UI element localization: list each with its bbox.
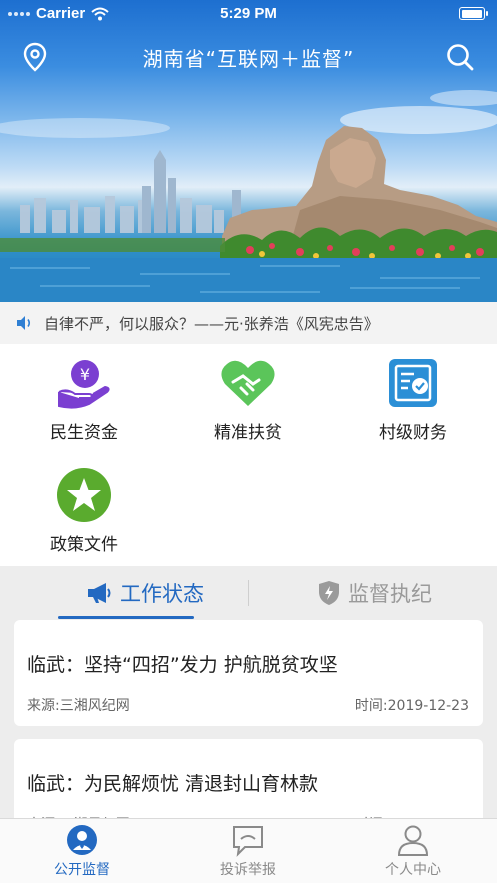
grid-item-livelihood-funds[interactable]: ¥ 民生资金	[14, 344, 154, 444]
hand-money-icon: ¥	[58, 360, 110, 409]
ticker-text: 自律不严，何以服众？——元·张养浩《风宪忠告》	[44, 314, 379, 333]
article-card[interactable]: 临武：坚持“四招”发力 护航脱贫攻坚 来源:三湘风纪网 时间:2019-12-2…	[14, 620, 483, 726]
tab-label: 工作状态	[120, 582, 204, 606]
banner-image[interactable]: Carrier 5:29 PM 湖南省“互联网＋监督”	[0, 0, 497, 302]
speaker-icon	[17, 316, 31, 330]
heart-handshake-icon	[221, 360, 275, 406]
clock: 5:29 PM	[220, 5, 277, 22]
tab-work-status[interactable]: 工作状态	[40, 566, 250, 620]
announcement-ticker[interactable]: 自律不严，何以服众？——元·张养浩《风宪忠告》	[0, 302, 497, 344]
svg-text:¥: ¥	[80, 365, 90, 384]
article-source: 来源:三湘风纪网	[27, 698, 130, 714]
grid-item-poverty-alleviation[interactable]: 精准扶贫	[178, 344, 318, 444]
article-time: 时间:2019-12-23	[354, 698, 469, 714]
bottom-tab-complaint-report[interactable]: 投诉举报	[188, 819, 308, 883]
document-check-icon	[389, 359, 437, 407]
grid-item-policy-documents[interactable]: 政策文件	[14, 456, 154, 556]
grid-label: 精准扶贫	[214, 423, 282, 443]
chat-bubble-icon	[233, 826, 263, 857]
tab-supervision-discipline[interactable]: 监督执纪	[270, 566, 480, 620]
bottom-tab-label: 公开监督	[54, 862, 110, 878]
active-tab-indicator	[58, 616, 194, 619]
bottom-tab-personal-center[interactable]: 个人中心	[353, 819, 473, 883]
status-bar: Carrier 5:29 PM	[0, 0, 497, 28]
grid-label: 民生资金	[50, 423, 118, 443]
article-title: 临武：坚持“四招”发力 护航脱贫攻坚	[27, 654, 338, 676]
section-tabs: 工作状态 监督执纪	[0, 566, 497, 620]
search-icon[interactable]	[445, 42, 475, 72]
bottom-tab-label: 个人中心	[385, 862, 441, 878]
battery-icon	[459, 7, 488, 20]
bottom-tab-label: 投诉举报	[220, 862, 276, 878]
article-title: 临武：为民解烦忧 清退封山育林款	[27, 773, 319, 795]
supervision-user-icon	[67, 825, 97, 855]
shield-bolt-icon	[319, 581, 339, 605]
grid-label: 政策文件	[50, 535, 118, 555]
nav-bar: 湖南省“互联网＋监督”	[0, 34, 497, 78]
page-title: 湖南省“互联网＋监督”	[142, 47, 355, 71]
battery-level	[461, 9, 482, 18]
tab-label: 监督执纪	[348, 582, 432, 606]
star-circle-icon	[57, 468, 111, 522]
megaphone-icon	[88, 583, 111, 603]
grid-item-village-finance[interactable]: 村级财务	[343, 344, 483, 444]
person-icon	[397, 825, 429, 856]
bottom-tab-bar: 公开监督 投诉举报 个人中心	[0, 818, 497, 883]
bottom-tab-public-supervision[interactable]: 公开监督	[22, 819, 142, 883]
function-grid: ¥ 民生资金 精准扶贫 村级财务 政策文件	[0, 344, 497, 566]
grid-label: 村级财务	[379, 423, 447, 443]
tab-divider	[248, 580, 249, 606]
